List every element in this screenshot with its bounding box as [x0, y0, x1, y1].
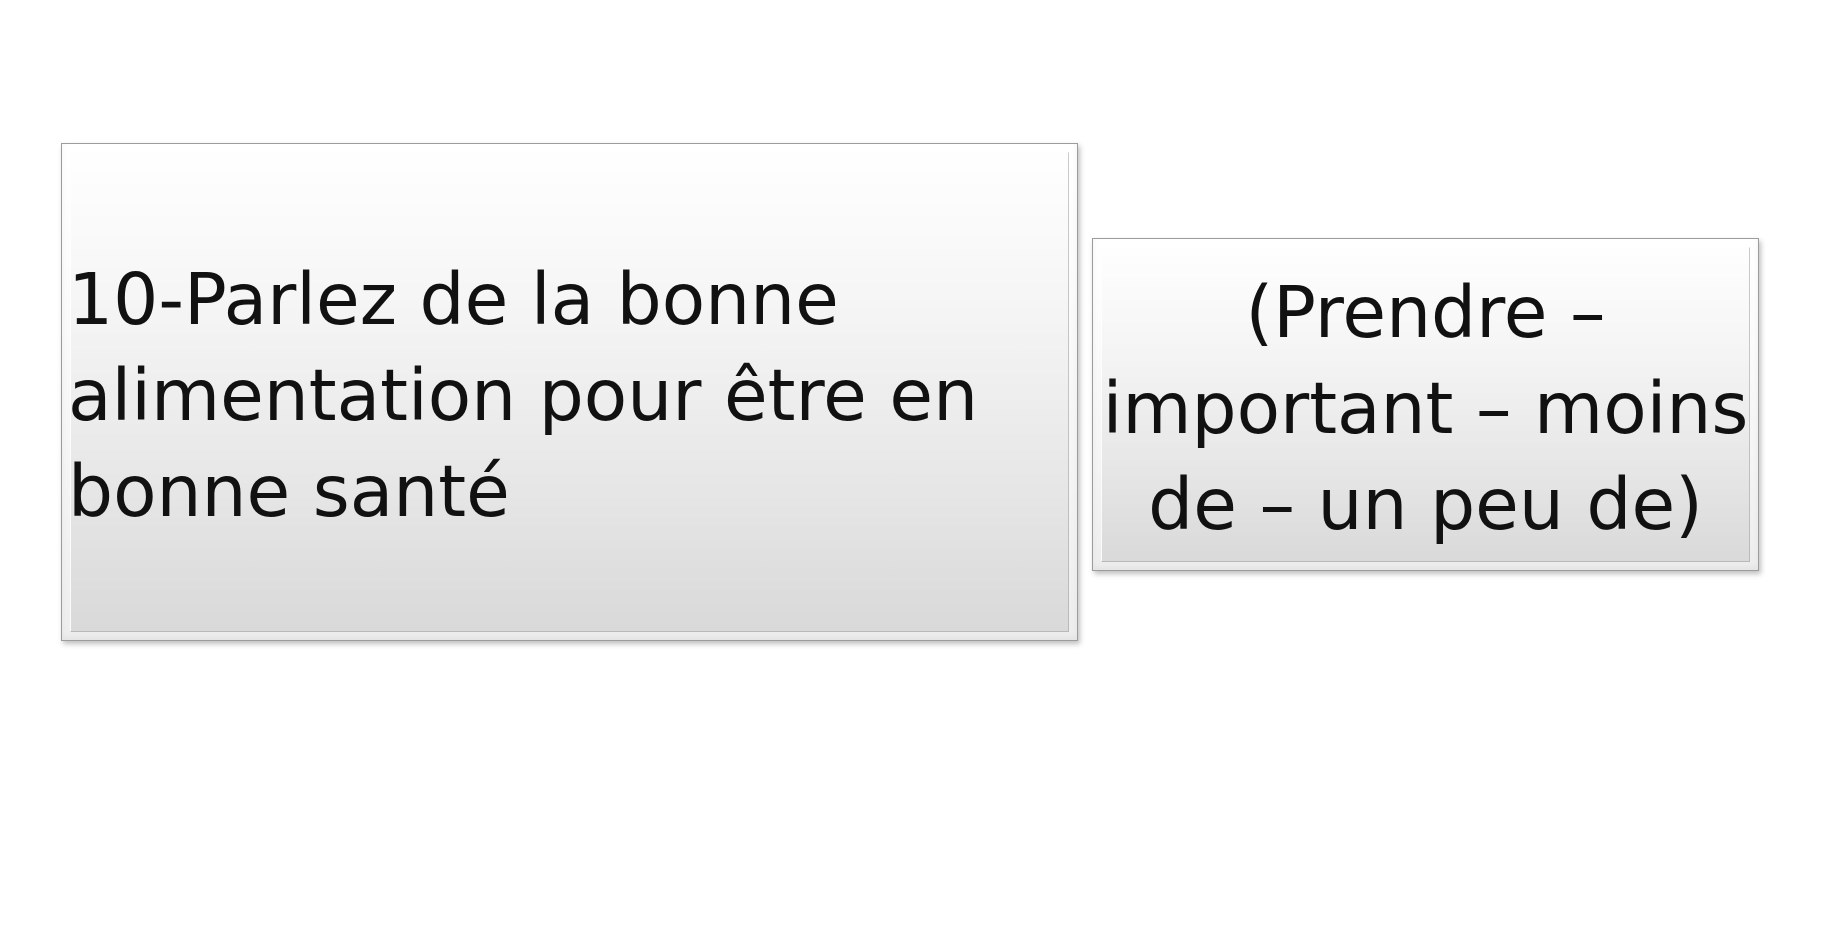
question-line-3: bonne santé	[68, 450, 510, 533]
question-line-1: 10-Parlez de la bonne	[68, 258, 839, 341]
hint-box: (Prendre – important – moins de – un peu…	[1092, 238, 1759, 571]
hint-text: (Prendre – important – moins de – un peu…	[1093, 265, 1758, 553]
question-box: 10-Parlez de la bonne alimentation pour …	[61, 143, 1078, 641]
question-text: 10-Parlez de la bonne alimentation pour …	[68, 252, 1058, 540]
hint-line-2: important – moins	[1102, 367, 1749, 450]
hint-line-1: (Prendre –	[1245, 271, 1606, 354]
question-line-2: alimentation pour être en	[68, 354, 979, 437]
hint-line-3: de – un peu de)	[1148, 463, 1703, 546]
